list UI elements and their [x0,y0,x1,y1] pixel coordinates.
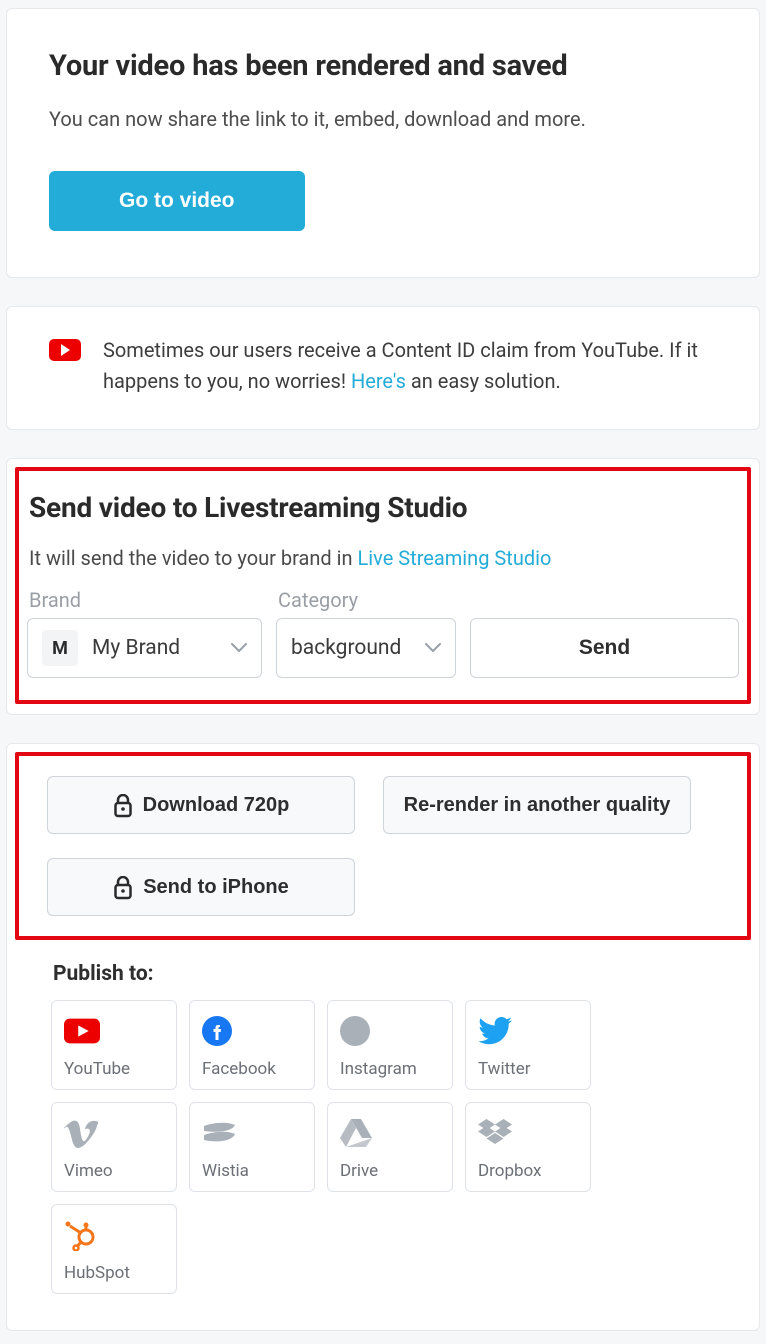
youtube-icon [49,339,81,361]
actions-card: Download 720p Re-render in another quali… [6,743,760,1331]
publish-vimeo[interactable]: Vimeo [51,1102,177,1192]
category-select[interactable]: background [276,618,456,678]
publish-label: HubSpot [64,1263,130,1283]
livestream-link[interactable]: Live Streaming Studio [358,546,552,570]
livestream-title: Send video to Livestreaming Studio [29,491,739,524]
brand-value: My Brand [92,636,217,660]
publish-facebook[interactable]: Facebook [189,1000,315,1090]
publish-label: Dropbox [478,1161,542,1181]
publish-wistia[interactable]: Wistia [189,1102,315,1192]
publish-instagram[interactable]: Instagram [327,1000,453,1090]
go-to-video-button[interactable]: Go to video [49,171,305,231]
publish-label: Facebook [202,1059,276,1079]
publish-title: Publish to: [53,962,751,986]
brand-field: Brand M My Brand [27,588,262,678]
instagram-icon [340,1015,376,1047]
publish-drive[interactable]: Drive [327,1102,453,1192]
livestream-desc: It will send the video to your brand in … [29,546,739,570]
facebook-icon [202,1015,238,1047]
lock-icon [113,794,133,816]
livestream-section: Send video to Livestreaming Studio It wi… [6,458,760,715]
actions-highlight: Download 720p Re-render in another quali… [15,752,751,940]
download-label: Download 720p [143,794,290,817]
publish-hubspot[interactable]: HubSpot [51,1204,177,1294]
livestream-highlight: Send video to Livestreaming Studio It wi… [15,467,751,704]
rerender-button[interactable]: Re-render in another quality [383,776,691,834]
brand-avatar: M [42,630,78,666]
youtube-icon [64,1015,100,1047]
wistia-icon [202,1117,238,1149]
publish-label: Vimeo [64,1161,113,1181]
notice-text-b: an easy solution. [406,369,561,393]
livestream-desc-a: It will send the video to your brand in [29,546,358,570]
publish-label: Wistia [202,1161,249,1181]
rerender-label: Re-render in another quality [404,794,671,817]
category-label: Category [278,588,456,612]
publish-dropbox[interactable]: Dropbox [465,1102,591,1192]
brand-label: Brand [29,588,262,612]
dropbox-icon [478,1117,514,1149]
send-button[interactable]: Send [470,618,739,678]
youtube-notice-text: Sometimes our users receive a Content ID… [103,335,717,397]
publish-grid: YouTube Facebook Instagram Twitter Vimeo [15,1000,751,1294]
page-title: Your video has been rendered and saved [49,49,717,83]
chevron-down-icon [231,643,247,653]
send-iphone-button[interactable]: Send to iPhone [47,858,355,916]
vimeo-icon [64,1117,100,1149]
hubspot-icon [64,1219,100,1251]
notice-link[interactable]: Here's [351,369,406,393]
chevron-down-icon [425,643,441,653]
brand-select[interactable]: M My Brand [27,618,262,678]
publish-twitter[interactable]: Twitter [465,1000,591,1090]
page-subtitle: You can now share the link to it, embed,… [49,105,717,133]
lock-icon [113,876,133,898]
render-success-card: Your video has been rendered and saved Y… [6,8,760,278]
livestream-form-row: Brand M My Brand Category background [27,588,739,678]
send-iphone-label: Send to iPhone [143,876,289,899]
download-button[interactable]: Download 720p [47,776,355,834]
publish-label: Instagram [340,1059,417,1079]
twitter-icon [478,1015,514,1047]
category-value: background [291,636,411,660]
drive-icon [340,1117,376,1149]
publish-youtube[interactable]: YouTube [51,1000,177,1090]
publish-label: Twitter [478,1059,530,1079]
youtube-notice-card: Sometimes our users receive a Content ID… [6,306,760,430]
category-field: Category background [276,588,456,678]
publish-label: YouTube [64,1059,130,1079]
publish-label: Drive [340,1161,378,1181]
